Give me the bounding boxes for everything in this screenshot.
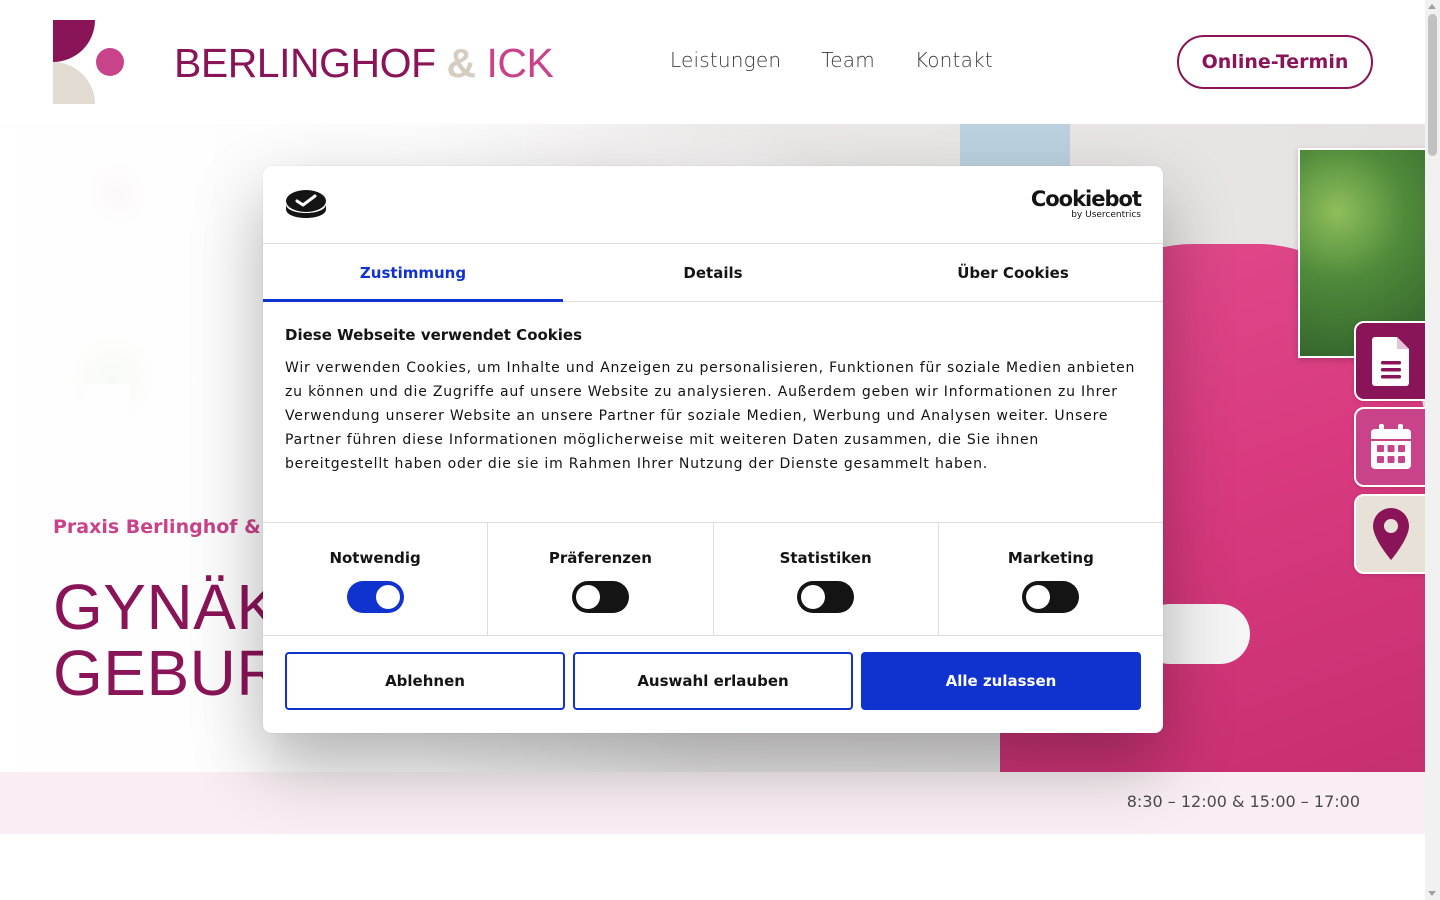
- main-nav: Leistungen Team Kontakt: [670, 48, 993, 72]
- nav-team[interactable]: Team: [821, 48, 875, 72]
- tab-ueber-cookies[interactable]: Über Cookies: [863, 244, 1163, 301]
- opening-hours: 8:30 – 12:00 & 15:00 – 17:00: [1126, 792, 1360, 811]
- toggle-marketing[interactable]: [1022, 581, 1080, 613]
- side-tab-location[interactable]: [1354, 494, 1428, 574]
- cookie-dialog-body: Diese Webseite verwendet Cookies Wir ver…: [285, 326, 1141, 476]
- cookiebot-brand-name: Cookiebot: [1030, 187, 1142, 211]
- nav-leistungen[interactable]: Leistungen: [670, 48, 781, 72]
- side-tab-calendar[interactable]: [1354, 407, 1428, 487]
- cookie-consent-dialog: Cookiebot by Usercentrics Zustimmung Det…: [263, 166, 1163, 733]
- toggle-knob: [575, 585, 600, 609]
- nav-kontakt[interactable]: Kontakt: [915, 48, 993, 72]
- cookiebot-brand[interactable]: Cookiebot by Usercentrics: [1030, 187, 1142, 221]
- toggle-group-notwendig: Notwendig: [263, 523, 489, 635]
- tab-details[interactable]: Details: [563, 244, 863, 301]
- toggle-praeferenzen[interactable]: [571, 581, 629, 613]
- toggle-label-praeferenzen: Präferenzen: [548, 549, 652, 567]
- page-root: BERLINGHOF & ICK Leistungen Team Kontakt…: [0, 0, 1440, 900]
- toggle-label-statistiken: Statistiken: [779, 549, 872, 567]
- brand-second: ICK: [486, 40, 554, 86]
- brand-main: BERLINGHOF: [174, 40, 436, 86]
- hero-background-window: [960, 124, 1070, 166]
- scrollbar-thumb[interactable]: [1428, 14, 1437, 156]
- practice-logo-icon[interactable]: [53, 20, 125, 104]
- toggle-label-marketing: Marketing: [1007, 549, 1094, 567]
- info-strip: 8:30 – 12:00 & 15:00 – 17:00: [0, 772, 1425, 834]
- toggle-label-notwendig: Notwendig: [329, 549, 421, 567]
- toggle-notwendig[interactable]: [346, 581, 404, 613]
- side-tab-documents[interactable]: [1354, 321, 1428, 401]
- scroll-up-arrow-icon[interactable]: [1428, 4, 1436, 9]
- allow-selection-button[interactable]: Auswahl erlauben: [573, 652, 853, 710]
- toggle-group-statistiken: Statistiken: [714, 523, 939, 635]
- cookie-dialog-title: Diese Webseite verwendet Cookies: [285, 326, 583, 344]
- document-icon: [1372, 337, 1409, 386]
- location-pin-icon: [1373, 508, 1409, 560]
- online-termin-button[interactable]: Online-Termin: [1177, 35, 1373, 89]
- decline-button[interactable]: Ablehnen: [285, 652, 565, 710]
- cookie-dialog-text: Wir verwenden Cookies, um Inhalte und An…: [285, 360, 1136, 472]
- toggle-statistiken[interactable]: [797, 581, 855, 613]
- allow-all-button[interactable]: Alle zulassen: [861, 652, 1141, 710]
- cookiebot-brand-sub: by Usercentrics: [1071, 210, 1141, 220]
- cookie-logo-icon: [286, 190, 326, 218]
- brand-name[interactable]: BERLINGHOF & ICK: [174, 40, 554, 87]
- toggle-group-marketing: Marketing: [939, 523, 1163, 635]
- brand-ampersand: &: [446, 40, 476, 86]
- scroll-down-arrow-icon[interactable]: [1428, 891, 1436, 896]
- hero-subtitle: Praxis Berlinghof & Ic: [53, 516, 286, 538]
- toggle-knob: [375, 585, 400, 609]
- cookie-dialog-tabs: Zustimmung Details Über Cookies: [263, 244, 1163, 302]
- toggle-group-praeferenzen: Präferenzen: [488, 523, 714, 635]
- site-header: BERLINGHOF & ICK Leistungen Team Kontakt…: [0, 0, 1425, 124]
- toggle-knob: [1026, 585, 1051, 609]
- cookie-dialog-buttons: Ablehnen Auswahl erlauben Alle zulassen: [285, 652, 1141, 710]
- cookie-category-toggles: Notwendig Präferenzen Statistiken Market…: [263, 522, 1163, 636]
- tab-zustimmung[interactable]: Zustimmung: [263, 244, 563, 302]
- page-scrollbar[interactable]: [1425, 0, 1440, 900]
- calendar-icon: [1371, 424, 1411, 469]
- cookie-dialog-header: Cookiebot by Usercentrics: [263, 166, 1163, 244]
- toggle-knob: [801, 585, 826, 609]
